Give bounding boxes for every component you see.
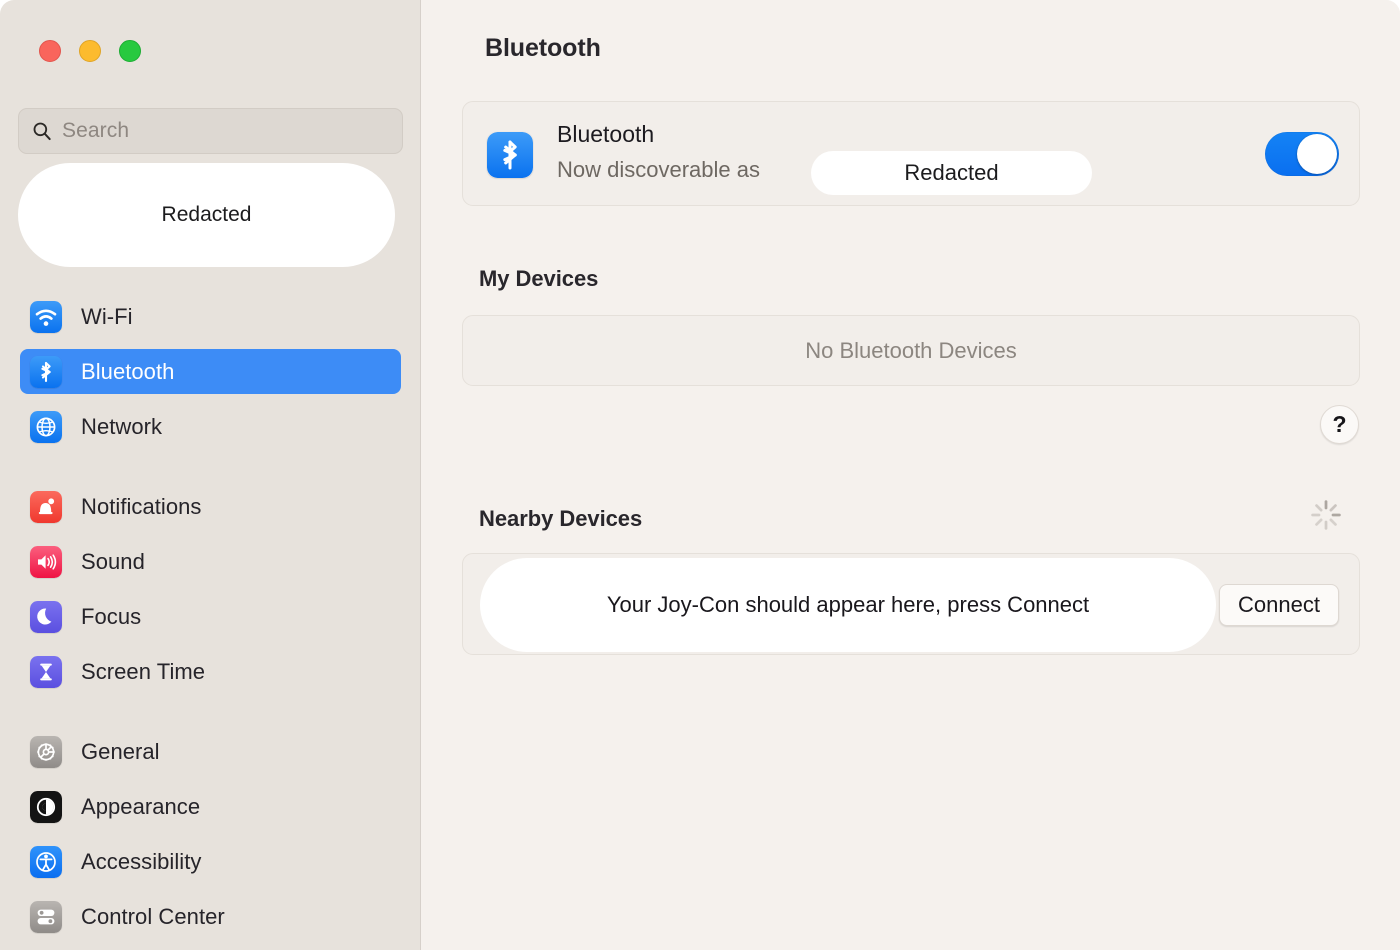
search-placeholder: Search	[62, 119, 130, 142]
bell-icon	[30, 490, 62, 523]
wifi-icon	[30, 300, 62, 333]
bluetooth-icon	[30, 355, 62, 388]
sidebar-item-network[interactable]: Network	[20, 404, 401, 449]
bluetooth-device-name-label: Redacted	[904, 160, 999, 185]
sidebar-group-general-settings: General Appearance Accessibility Control…	[20, 729, 401, 949]
sidebar-item-label: Bluetooth	[81, 358, 175, 384]
sidebar-item-bluetooth[interactable]: Bluetooth	[20, 349, 401, 394]
sidebar-item-label: Wi-Fi	[81, 303, 133, 329]
sidebar-item-label: Screen Time	[81, 658, 206, 684]
moon-icon	[30, 600, 62, 633]
nearby-device-row-text: Your Joy-Con should appear here, press C…	[606, 592, 1090, 617]
sidebar-item-sound[interactable]: Sound	[20, 539, 401, 584]
connect-button-label: Connect	[1238, 592, 1320, 617]
connect-button[interactable]: Connect	[1219, 584, 1339, 626]
bluetooth-toggle-switch[interactable]	[1265, 132, 1339, 176]
sidebar: Search Redacted Wi-Fi Bluetooth Network …	[0, 0, 421, 950]
sidebar-item-label: Network	[81, 413, 163, 439]
nearby-devices-list: Your Joy-Con should appear here, press C…	[462, 553, 1360, 655]
sidebar-item-label: Focus	[81, 603, 142, 629]
globe-icon	[30, 410, 62, 443]
maximize-button[interactable]	[119, 40, 141, 62]
no-devices-text: No Bluetooth Devices	[805, 337, 1017, 363]
nearby-devices-heading: Nearby Devices	[479, 506, 643, 531]
progress-spinner	[1311, 500, 1341, 530]
sidebar-item-label: Control Center	[81, 903, 225, 929]
bluetooth-row-label: Bluetooth	[557, 121, 655, 147]
bluetooth-device-name: Redacted	[811, 151, 1092, 195]
speaker-icon	[30, 545, 62, 578]
sidebar-item-wi-fi[interactable]: Wi-Fi	[20, 294, 401, 339]
minimize-button[interactable]	[79, 40, 101, 62]
sidebar-item-general[interactable]: General	[20, 729, 401, 774]
help-glyph: ?	[1332, 411, 1347, 437]
help-button[interactable]: ?	[1320, 405, 1359, 444]
accessibility-icon	[30, 845, 62, 878]
sidebar-item-focus[interactable]: Focus	[20, 594, 401, 639]
appearance-icon	[30, 790, 62, 823]
sidebar-item-accessibility[interactable]: Accessibility	[20, 839, 401, 884]
close-button[interactable]	[39, 40, 61, 62]
sidebar-group-connectivity: Wi-Fi Bluetooth Network	[20, 294, 401, 459]
control-center-icon	[30, 900, 62, 933]
sidebar-item-notifications[interactable]: Notifications	[20, 484, 401, 529]
sidebar-item-label: Accessibility	[81, 848, 202, 874]
sidebar-group-system-alerts: Notifications Sound Focus Screen Time	[20, 484, 401, 704]
sidebar-item-screen-time[interactable]: Screen Time	[20, 649, 401, 694]
gear-icon	[30, 735, 62, 768]
page-title: Bluetooth	[485, 34, 601, 62]
bluetooth-icon	[487, 132, 533, 178]
sidebar-item-label: Appearance	[81, 793, 201, 819]
hourglass-icon	[30, 655, 62, 688]
sidebar-item-label: Notifications	[81, 493, 202, 519]
toggle-knob	[1297, 134, 1337, 174]
bluetooth-toggle-card: Bluetooth Now discoverable as Redacted	[462, 101, 1360, 206]
sidebar-item-control-center[interactable]: Control Center	[20, 894, 401, 939]
bluetooth-discoverable-text: Now discoverable as	[557, 157, 760, 182]
main-content: Bluetooth Bluetooth Now discoverable as …	[421, 0, 1400, 950]
window-controls	[39, 40, 141, 62]
sidebar-item-label: Sound	[81, 548, 145, 574]
sidebar-item-label: General	[81, 738, 160, 764]
system-settings-window: Search Redacted Wi-Fi Bluetooth Network …	[0, 0, 1400, 950]
sidebar-item-appearance[interactable]: Appearance	[20, 784, 401, 829]
my-devices-list: No Bluetooth Devices	[462, 315, 1360, 386]
search-input[interactable]: Search	[18, 108, 403, 154]
account-row[interactable]: Redacted	[18, 163, 395, 267]
search-icon	[33, 122, 51, 141]
account-label: Redacted	[161, 203, 252, 226]
my-devices-heading: My Devices	[479, 266, 599, 291]
